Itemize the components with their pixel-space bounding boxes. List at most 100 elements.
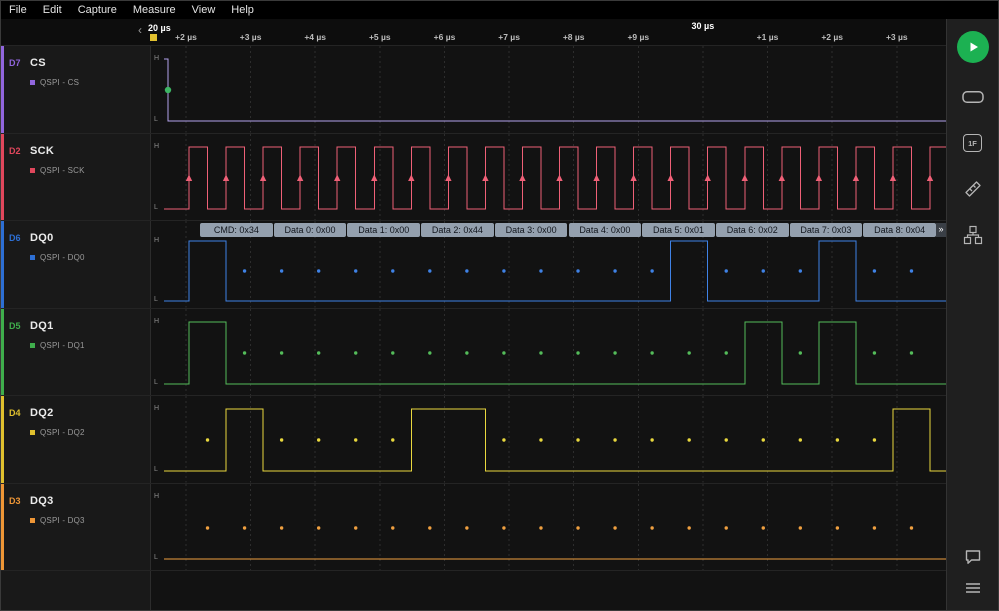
channel-color-strip	[1, 46, 4, 133]
logic-analyzer-window: FileEditCaptureMeasureViewHelp ‹ 20 µs 3…	[0, 0, 999, 611]
analyzers-icon	[963, 225, 983, 245]
bottom-strip	[1, 571, 946, 610]
analyzer-color-square	[30, 168, 35, 173]
hamburger-menu-icon	[965, 581, 981, 595]
timeline-tick-label: +6 µs	[434, 32, 456, 42]
start-capture-button[interactable]	[957, 31, 989, 63]
timeline-tick-label: +2 µs	[821, 32, 843, 42]
analyzers-button[interactable]	[960, 223, 986, 247]
trigger-button[interactable]: 1F	[960, 131, 986, 155]
menu-item-view[interactable]: View	[184, 1, 224, 19]
channel-waveform[interactable]: H L	[151, 46, 946, 133]
menu-item-file[interactable]: File	[1, 1, 35, 19]
analyzer-color-square	[30, 255, 35, 260]
analyzer-label: QSPI - SCK	[40, 166, 85, 175]
channel-row-sck: D2 SCK QSPI - SCK H L	[1, 134, 946, 222]
channel-header[interactable]: D5 DQ1 QSPI - DQ1	[1, 309, 151, 396]
menu-item-capture[interactable]: Capture	[70, 1, 125, 19]
analyzer-row: QSPI - DQ2	[30, 428, 150, 437]
channel-id: D5	[9, 321, 30, 331]
channel-id: D2	[9, 146, 30, 156]
decoder-annotation[interactable]: Data 3: 0x00	[495, 223, 568, 237]
waveform-plot	[151, 134, 946, 221]
menu-item-measure[interactable]: Measure	[125, 1, 184, 19]
channel-header[interactable]: D6 DQ0 QSPI - DQ0	[1, 221, 151, 308]
device-settings-button[interactable]	[960, 85, 986, 109]
analyzer-row: QSPI - DQ0	[30, 253, 150, 262]
waveform-plot	[151, 309, 946, 396]
channel-color-strip	[1, 396, 4, 483]
channel-row-cs: D7 CS QSPI - CS H L	[1, 46, 946, 134]
channel-header[interactable]: D4 DQ2 QSPI - DQ2	[1, 396, 151, 483]
bottom-strip-panel	[1, 571, 151, 610]
analyzer-label: QSPI - DQ3	[40, 516, 85, 525]
timeline-tick-label: +2 µs	[175, 32, 197, 42]
channel-name: DQ0	[30, 232, 54, 244]
channel-row-dq1: D5 DQ1 QSPI - DQ1 H L	[1, 309, 946, 397]
channel-header[interactable]: D7 CS QSPI - CS	[1, 46, 151, 133]
menu-item-edit[interactable]: Edit	[35, 1, 70, 19]
timeline-tick-label: +3 µs	[240, 32, 262, 42]
channel-name: DQ3	[30, 495, 54, 507]
decoder-annotation[interactable]: Data 1: 0x00	[347, 223, 420, 237]
timeline-ruler[interactable]: ‹ 20 µs 30 µs +2 µs+3 µs+4 µs+5 µs+6 µs+…	[1, 19, 946, 46]
analyzer-color-square	[30, 343, 35, 348]
timeline-tick-label: +9 µs	[627, 32, 649, 42]
channel-header[interactable]: D3 DQ3 QSPI - DQ3	[1, 484, 151, 571]
channel-waveform[interactable]: H L	[151, 309, 946, 396]
channel-name: DQ2	[30, 407, 54, 419]
channel-title: D3 DQ3	[1, 484, 150, 507]
decoder-annotation[interactable]: Data 0: 0x00	[274, 223, 347, 237]
channel-name: DQ1	[30, 320, 54, 332]
main-content: ‹ 20 µs 30 µs +2 µs+3 µs+4 µs+5 µs+6 µs+…	[1, 19, 998, 610]
timeline-tick-label: +5 µs	[369, 32, 391, 42]
annotations-overflow-indicator[interactable]: »	[936, 223, 946, 237]
decoder-annotation[interactable]: Data 4: 0x00	[569, 223, 642, 237]
channel-waveform[interactable]: H L	[151, 484, 946, 571]
channel-row-dq3: D3 DQ3 QSPI - DQ3 H L	[1, 484, 946, 572]
analyzer-row: QSPI - CS	[30, 78, 150, 87]
decoder-annotation[interactable]: Data 7: 0x03	[790, 223, 863, 237]
channel-row-dq0: D6 DQ0 QSPI - DQ0 H L CMD: 0x34Data 0: 0…	[1, 221, 946, 309]
capture-area: ‹ 20 µs 30 µs +2 µs+3 µs+4 µs+5 µs+6 µs+…	[1, 19, 946, 610]
analyzer-row: QSPI - DQ3	[30, 516, 150, 525]
comments-button[interactable]	[960, 544, 986, 568]
measurements-button[interactable]	[960, 177, 986, 201]
measure-icon	[963, 179, 983, 199]
channel-color-strip	[1, 134, 4, 221]
analyzer-label: QSPI - DQ1	[40, 341, 85, 350]
channel-title: D6 DQ0	[1, 221, 150, 244]
decoder-annotation[interactable]: CMD: 0x34	[200, 223, 273, 237]
decoder-annotation[interactable]: Data 5: 0x01	[642, 223, 715, 237]
channel-waveform[interactable]: H L	[151, 396, 946, 483]
decoder-annotations: CMD: 0x34Data 0: 0x00Data 1: 0x00Data 2:…	[151, 223, 946, 237]
channel-waveform[interactable]: H L	[151, 134, 946, 221]
channel-color-strip	[1, 309, 4, 396]
trigger-label: 1F	[968, 139, 977, 148]
channel-row-dq2: D4 DQ2 QSPI - DQ2 H L	[1, 396, 946, 484]
right-sidebar: 1F	[946, 19, 998, 610]
menu-item-help[interactable]: Help	[223, 1, 262, 19]
timeline-tick-label: +3 µs	[886, 32, 908, 42]
channel-header[interactable]: D2 SCK QSPI - SCK	[1, 134, 151, 221]
channel-title: D5 DQ1	[1, 309, 150, 332]
channel-waveform[interactable]: H L CMD: 0x34Data 0: 0x00Data 1: 0x00Dat…	[151, 221, 946, 308]
scroll-back-icon[interactable]: ‹	[138, 24, 142, 36]
analyzer-color-square	[30, 80, 35, 85]
channel-name: SCK	[30, 145, 54, 157]
channel-title: D7 CS	[1, 46, 150, 69]
decoder-annotation[interactable]: Data 2: 0x44	[421, 223, 494, 237]
decoder-annotation[interactable]: Data 6: 0x02	[716, 223, 789, 237]
channel-title: D2 SCK	[1, 134, 150, 157]
analyzer-label: QSPI - CS	[40, 78, 79, 87]
waveform-plot	[151, 484, 946, 571]
trigger-marker[interactable]	[150, 34, 157, 41]
channel-rows: D7 CS QSPI - CS H L D2 SCK QSPI - SCK	[1, 46, 946, 571]
channel-name: CS	[30, 57, 46, 69]
analyzer-label: QSPI - DQ2	[40, 428, 85, 437]
decoder-annotation[interactable]: Data 8: 0x04	[863, 223, 936, 237]
play-icon	[966, 40, 980, 54]
channel-color-strip	[1, 221, 4, 308]
options-menu-button[interactable]	[960, 576, 986, 600]
menu-bar: FileEditCaptureMeasureViewHelp	[1, 1, 998, 19]
